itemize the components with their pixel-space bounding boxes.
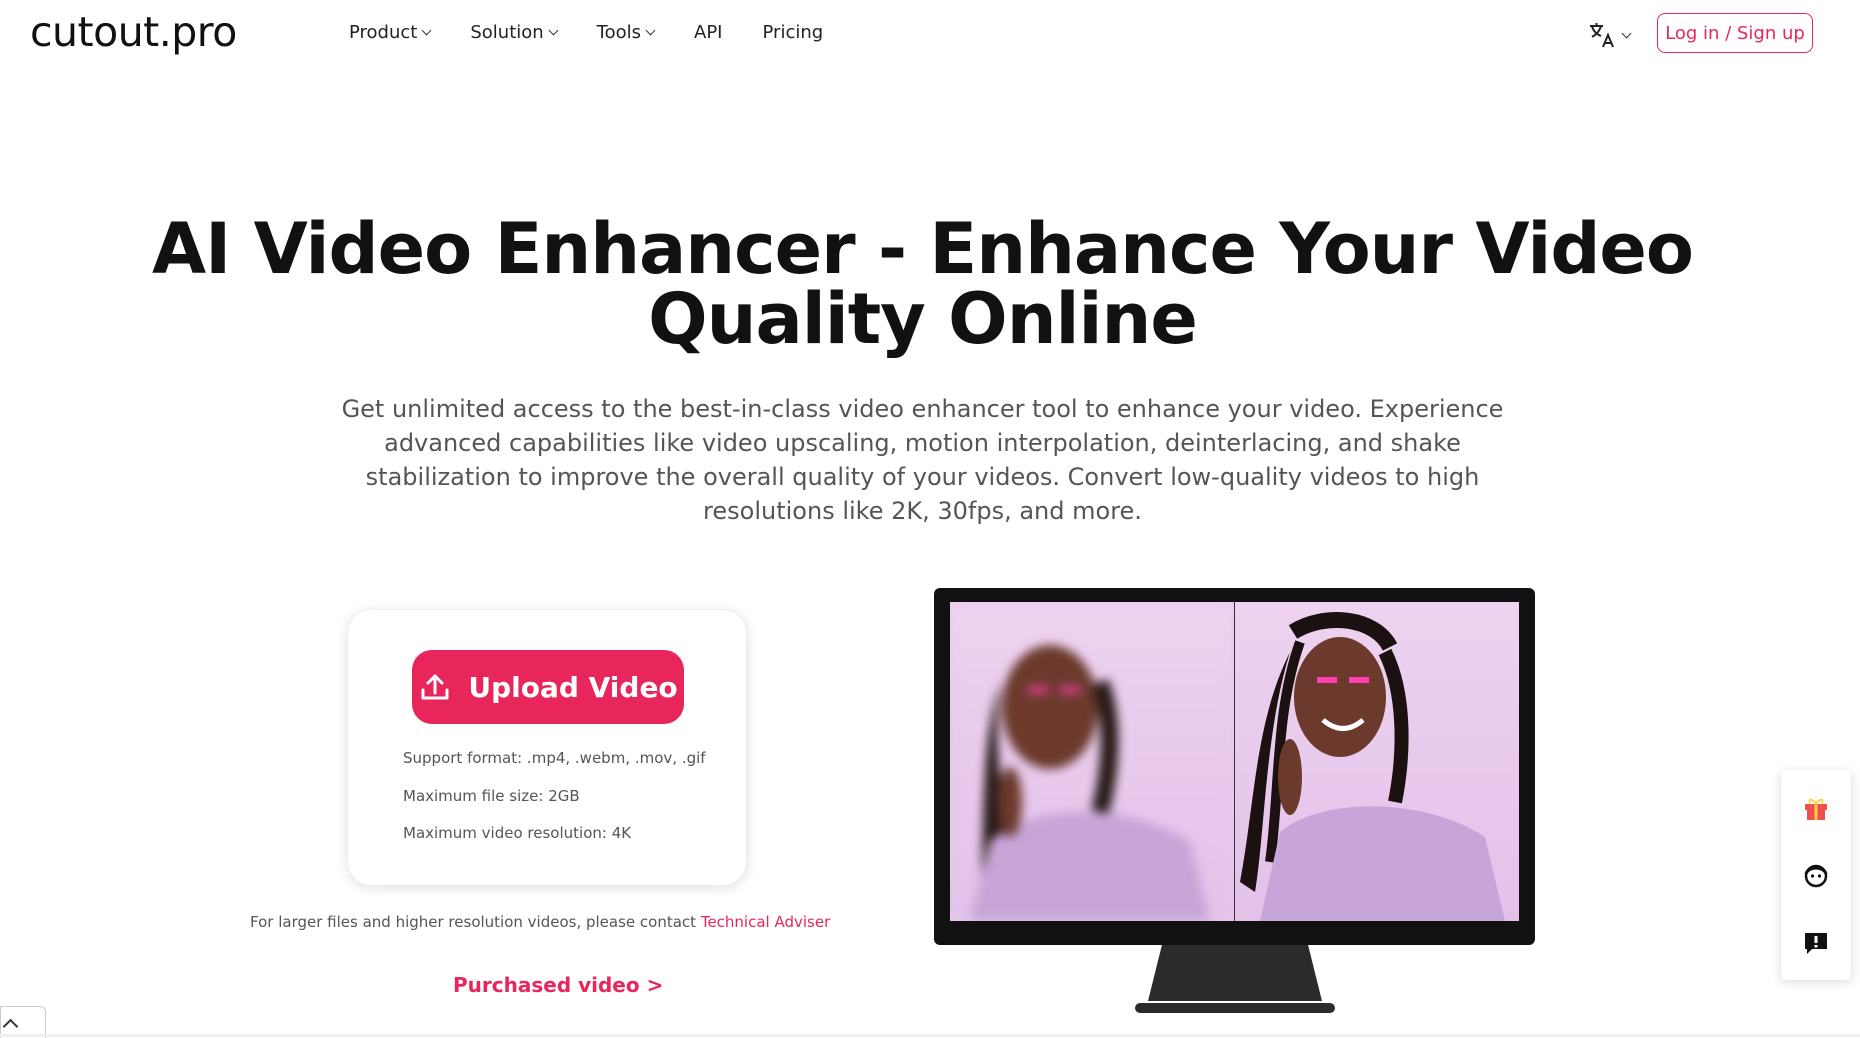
language-selector[interactable] bbox=[1587, 20, 1632, 50]
monitor-preview bbox=[934, 588, 1535, 945]
page-title: AI Video Enhancer - Enhance Your Video Q… bbox=[0, 214, 1845, 354]
monitor-stand bbox=[1148, 945, 1322, 1001]
chevron-down-icon bbox=[645, 25, 656, 36]
chevron-up-icon bbox=[2, 1018, 19, 1035]
nav-links: Product Solution Tools API Pricing bbox=[349, 22, 863, 43]
upload-card: Upload Video Support format: .mp4, .webm… bbox=[347, 609, 747, 886]
top-nav: cutout.pro Product Solution Tools API Pr… bbox=[0, 0, 1860, 68]
floating-side-panel bbox=[1781, 770, 1851, 980]
nav-item-product[interactable]: Product bbox=[349, 22, 432, 43]
chevron-down-icon bbox=[421, 25, 432, 36]
after-image bbox=[1235, 602, 1519, 921]
nav-item-solution[interactable]: Solution bbox=[470, 22, 559, 43]
support-agent-icon[interactable] bbox=[1802, 862, 1830, 890]
nav-item-api[interactable]: API bbox=[694, 22, 722, 43]
technical-adviser-link[interactable]: Technical Adviser bbox=[701, 913, 830, 931]
nav-item-label: Product bbox=[349, 22, 418, 43]
purchased-video-link[interactable]: Purchased video > bbox=[453, 973, 663, 997]
title-line-1: AI Video Enhancer - Enhance Your Video bbox=[152, 208, 1694, 290]
nav-item-tools[interactable]: Tools bbox=[596, 22, 656, 43]
feedback-icon[interactable] bbox=[1802, 930, 1830, 958]
contact-note: For larger files and higher resolution v… bbox=[250, 913, 850, 931]
title-line-2: Quality Online bbox=[648, 278, 1198, 360]
logo[interactable]: cutout.pro bbox=[30, 8, 237, 56]
max-size-text: Maximum file size: 2GB bbox=[403, 787, 580, 805]
max-resolution-text: Maximum video resolution: 4K bbox=[403, 824, 632, 842]
contact-text: For larger files and higher resolution v… bbox=[250, 913, 701, 931]
nav-item-label: API bbox=[694, 22, 723, 43]
hero-description: Get unlimited access to the best-in-clas… bbox=[341, 395, 1504, 525]
nav-item-pricing[interactable]: Pricing bbox=[763, 22, 824, 43]
nav-item-label: Pricing bbox=[762, 22, 824, 43]
login-signup-button[interactable]: Log in / Sign up bbox=[1657, 13, 1813, 53]
chevron-down-icon bbox=[548, 25, 559, 36]
upload-video-label: Upload Video bbox=[468, 670, 678, 704]
before-image bbox=[950, 602, 1234, 921]
before-after-screen bbox=[950, 602, 1519, 921]
nav-item-label: Tools bbox=[596, 22, 642, 43]
upload-video-button[interactable]: Upload Video bbox=[412, 650, 684, 724]
monitor-base bbox=[1135, 1003, 1335, 1013]
gift-icon[interactable] bbox=[1802, 794, 1830, 822]
nav-item-label: Solution bbox=[470, 22, 544, 43]
translate-icon bbox=[1590, 23, 1614, 48]
chevron-down-icon bbox=[1621, 28, 1632, 38]
support-format-text: Support format: .mp4, .webm, .mov, .gif bbox=[403, 749, 706, 767]
upload-icon bbox=[421, 674, 449, 700]
